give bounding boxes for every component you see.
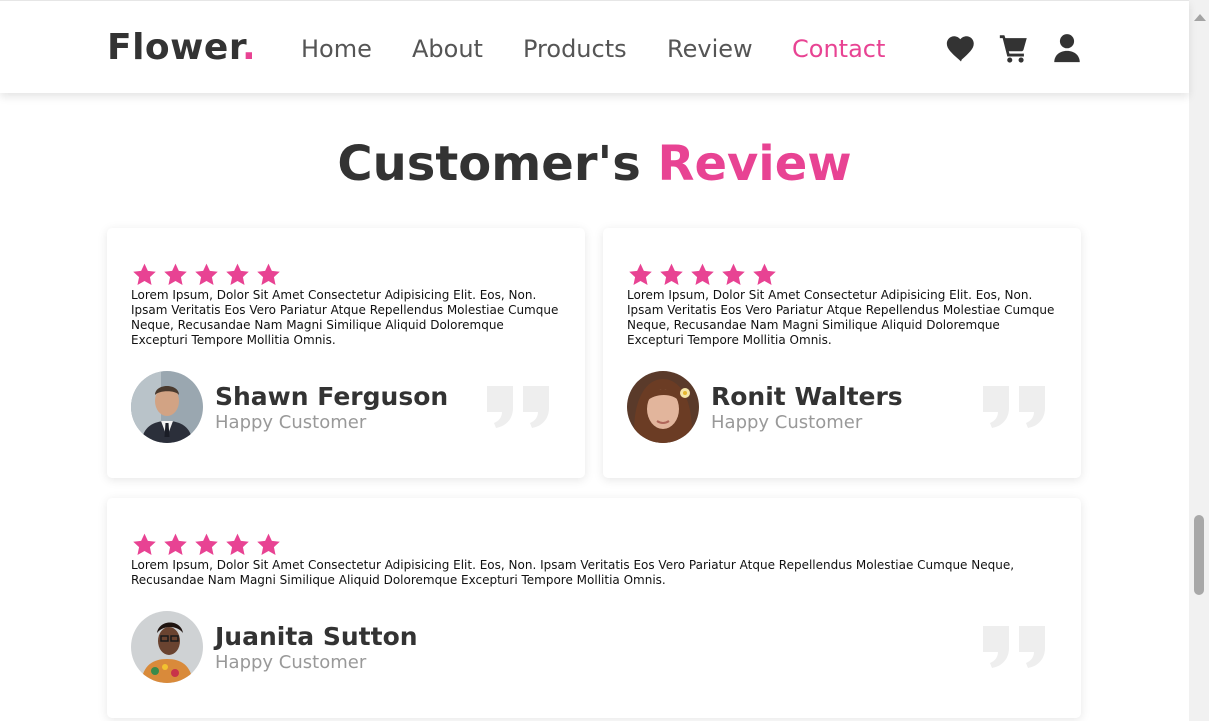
star-icon: [753, 263, 776, 285]
review-text: Lorem Ipsum, Dolor Sit Amet Consectetur …: [131, 558, 1015, 587]
reviewer-role: Happy Customer: [711, 412, 863, 433]
star-icon: [722, 263, 745, 285]
reviewer-role: Happy Customer: [215, 652, 367, 673]
heading-part2: Review: [657, 136, 852, 192]
quote-icon: [485, 382, 551, 430]
logo[interactable]: Flower.: [107, 27, 256, 69]
reviewer-role: Happy Customer: [215, 412, 367, 433]
logo-text: Flower: [107, 27, 242, 68]
heading-part1: Customer's: [337, 136, 641, 192]
nav-link-review[interactable]: Review: [667, 34, 753, 64]
nav-link-products[interactable]: Products: [523, 34, 627, 64]
scrollbar-thumb[interactable]: [1194, 515, 1204, 595]
star-icon: [164, 533, 187, 555]
star-icon: [629, 263, 652, 285]
star-icon: [257, 533, 280, 555]
star-icon: [660, 263, 683, 285]
reviewer-name: Shawn Ferguson: [215, 382, 449, 411]
star-icon: [257, 263, 280, 285]
review-card: Lorem Ipsum, Dolor Sit Amet Consectetur …: [107, 498, 1081, 718]
star-icon: [691, 263, 714, 285]
review-text: Lorem Ipsum, Dolor Sit Amet Consectetur …: [131, 288, 559, 347]
review-card: Lorem Ipsum, Dolor Sit Amet Consectetur …: [603, 228, 1081, 478]
page-scrollbar[interactable]: [1189, 0, 1209, 721]
avatar: [627, 371, 699, 443]
user-icon[interactable]: [1050, 31, 1084, 65]
star-icon: [164, 263, 187, 285]
reviewer-name: Juanita Sutton: [215, 622, 418, 651]
quote-icon: [981, 382, 1047, 430]
quote-icon: [981, 622, 1047, 670]
scroll-up-arrow-icon[interactable]: [1194, 14, 1206, 21]
section-heading: Customer's Review: [0, 134, 1189, 194]
star-icon: [133, 263, 156, 285]
review-card: Lorem Ipsum, Dolor Sit Amet Consectetur …: [107, 228, 585, 478]
site-header: Flower. Home About Products Review Conta…: [0, 0, 1189, 93]
star-icon: [195, 533, 218, 555]
cart-icon[interactable]: [997, 31, 1031, 65]
avatar: [131, 611, 203, 683]
nav-link-about[interactable]: About: [412, 34, 483, 64]
star-icon: [226, 263, 249, 285]
nav-link-contact[interactable]: Contact: [792, 34, 885, 64]
star-icon: [133, 533, 156, 555]
star-icon: [226, 533, 249, 555]
heart-icon[interactable]: [944, 31, 978, 65]
avatar: [131, 371, 203, 443]
nav-link-home[interactable]: Home: [301, 34, 372, 64]
logo-dot: .: [241, 27, 257, 68]
star-icon: [195, 263, 218, 285]
review-text: Lorem Ipsum, Dolor Sit Amet Consectetur …: [627, 288, 1055, 347]
reviewer-name: Ronit Walters: [711, 382, 903, 411]
